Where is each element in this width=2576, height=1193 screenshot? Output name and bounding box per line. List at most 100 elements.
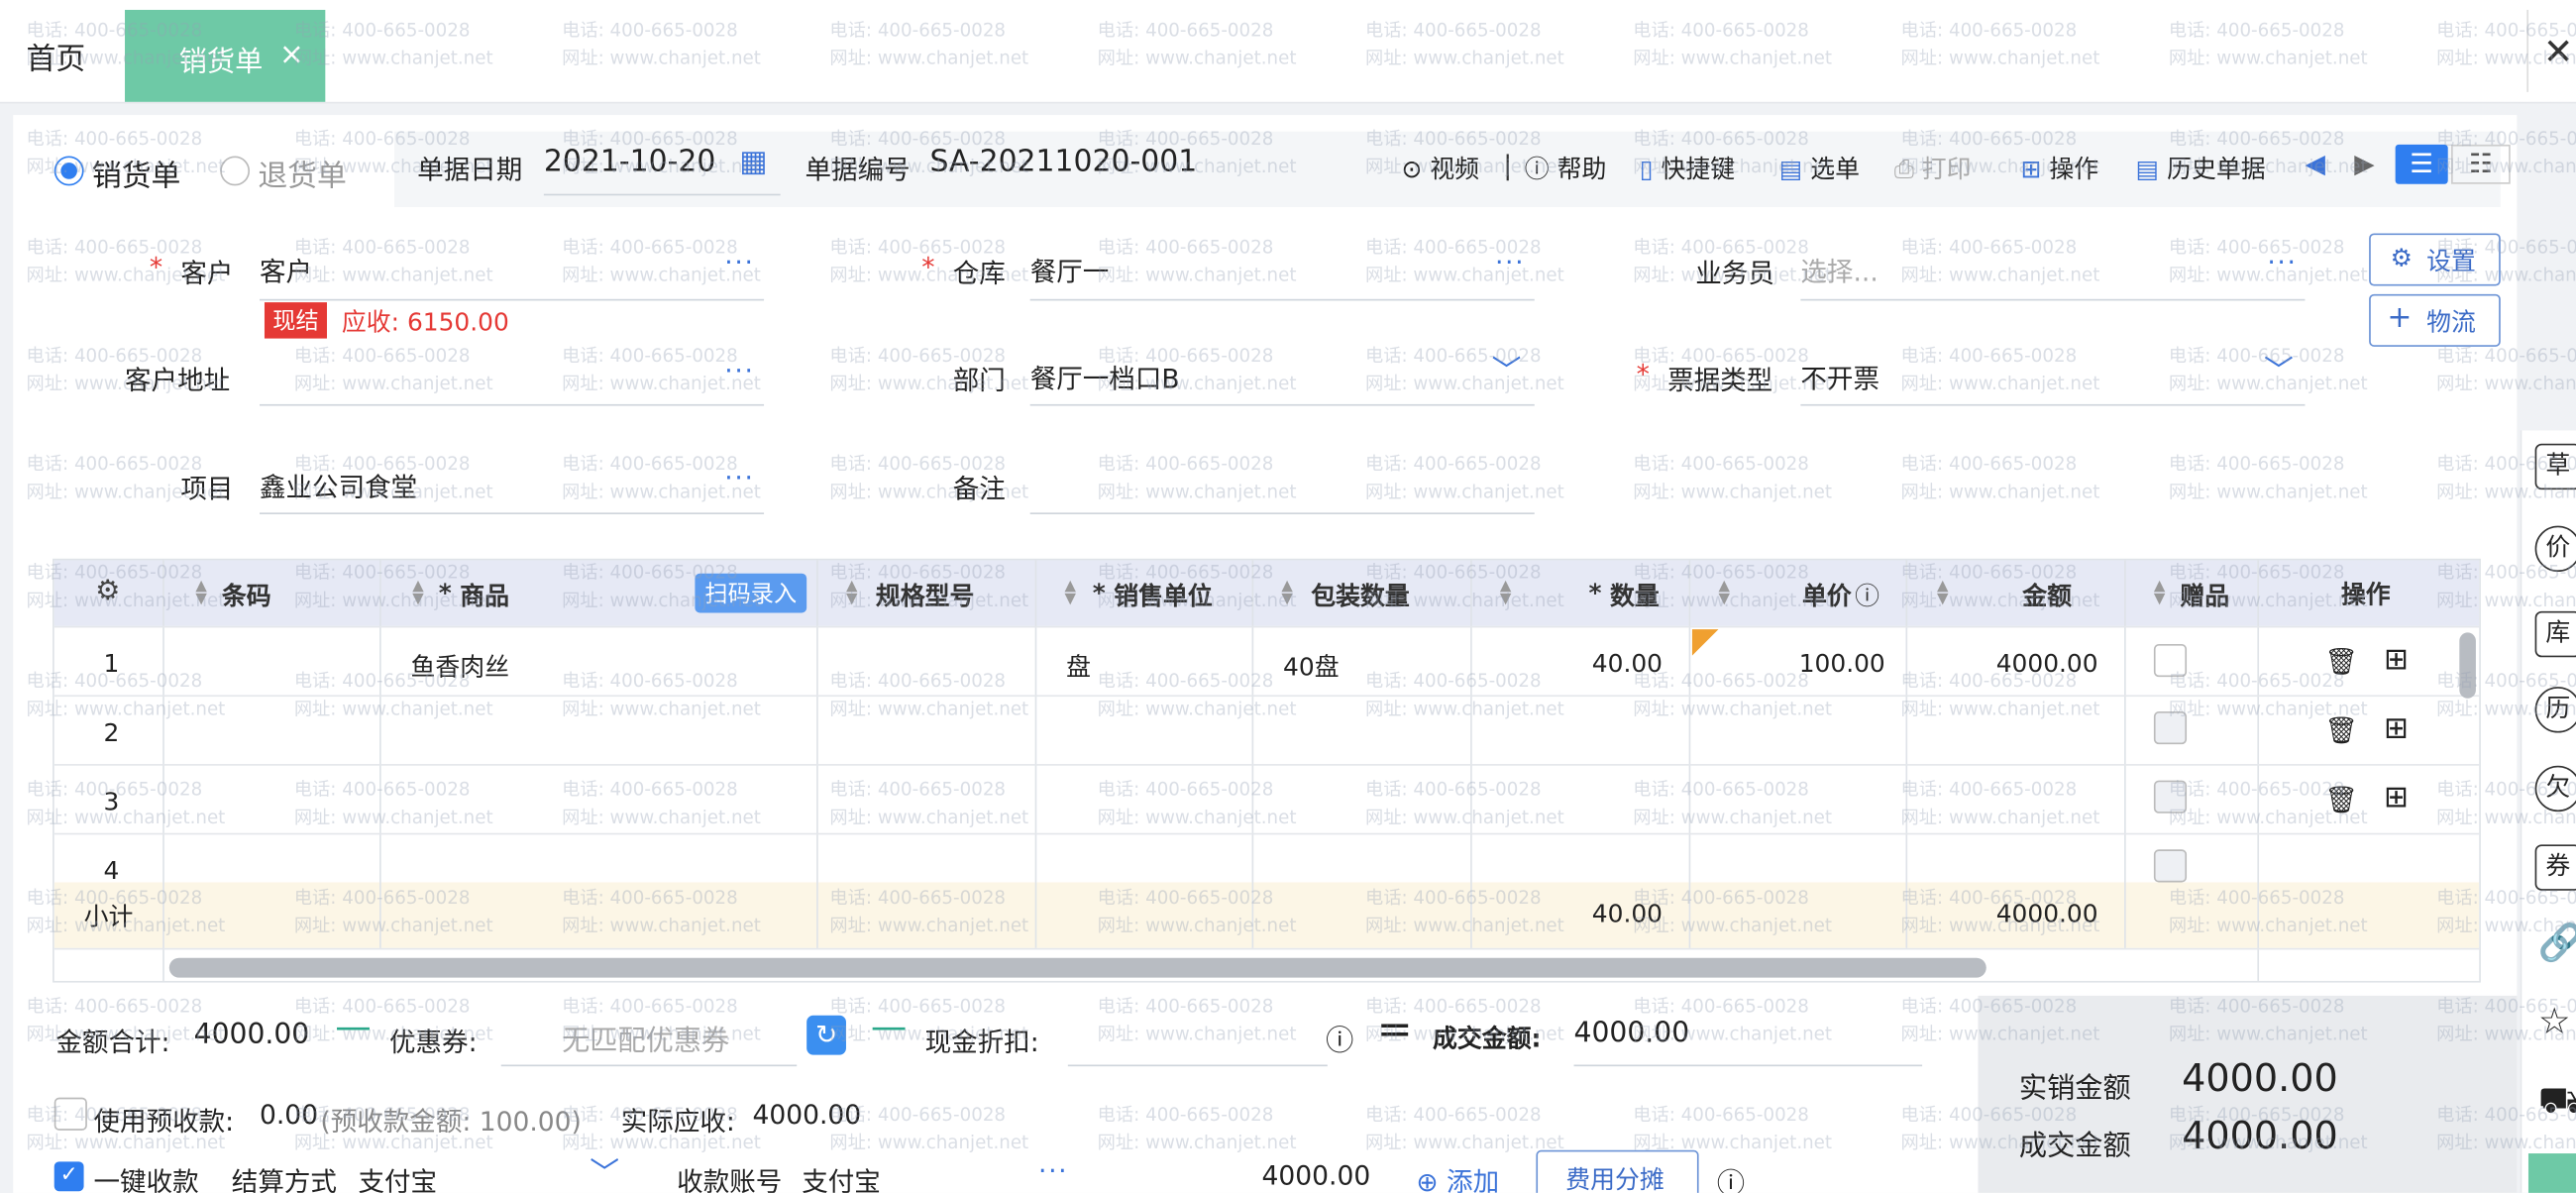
scan-entry-button[interactable]: 扫码录入: [695, 573, 807, 613]
stock-icon[interactable]: 库: [2534, 610, 2576, 658]
history-button[interactable]: ▤ 历史单据: [2136, 152, 2266, 186]
cell-goods[interactable]: 鱼香肉丝: [411, 649, 510, 684]
truck-icon[interactable]: ⛟: [2538, 1081, 2576, 1127]
save-button-edge[interactable]: [2527, 1153, 2576, 1193]
cell-qty[interactable]: 40.00: [1592, 649, 1663, 679]
col-divider: [162, 560, 164, 981]
chevron-down-icon[interactable]: ﹀: [2264, 349, 2294, 391]
sort-icon[interactable]: ▲ ▼: [1281, 580, 1292, 607]
tab-close-icon[interactable]: ×: [279, 38, 304, 72]
owed-icon[interactable]: 欠: [2534, 765, 2576, 813]
question-icon[interactable]: ⓘ: [1855, 579, 1879, 613]
sort-icon[interactable]: ▲ ▼: [412, 580, 423, 607]
operate-button[interactable]: ⊞ 操作: [2021, 152, 2099, 186]
delete-icon[interactable]: 🗑: [2324, 714, 2358, 746]
print-button[interactable]: ⎙ 打印: [1894, 152, 1972, 186]
account-select[interactable]: 支付宝: [802, 1160, 881, 1193]
address-more-icon[interactable]: ···: [724, 355, 754, 386]
next-arrow-icon[interactable]: ▶: [2354, 148, 2374, 179]
delete-icon[interactable]: 🗑: [2324, 784, 2358, 815]
sort-icon[interactable]: ▲ ▼: [1718, 580, 1729, 607]
warehouse-more-icon[interactable]: ···: [1495, 247, 1525, 278]
radio-return[interactable]: [220, 156, 251, 186]
cell-pack-qty[interactable]: 40盘: [1283, 649, 1340, 684]
close-icon[interactable]: ✕: [2543, 33, 2576, 73]
sort-icon[interactable]: ▲ ▼: [195, 580, 206, 607]
account-amount[interactable]: 4000.00: [1261, 1160, 1370, 1192]
chevron-down-icon[interactable]: ﹀: [1492, 349, 1522, 391]
gift-checkbox[interactable]: [2153, 780, 2188, 813]
link-icon[interactable]: 🔗: [2538, 923, 2576, 964]
column-settings-icon[interactable]: ⚙: [95, 575, 120, 607]
dept-select[interactable]: 餐厅一档口B: [1030, 357, 1180, 396]
history-icon[interactable]: 历: [2534, 687, 2576, 733]
salesman-input[interactable]: 选择...: [1800, 250, 1878, 289]
account-more-icon[interactable]: ···: [1038, 1155, 1068, 1187]
sort-icon[interactable]: ▲ ▼: [1937, 580, 1948, 607]
select-button[interactable]: ▤ 选单: [1779, 152, 1860, 186]
gift-checkbox[interactable]: [2153, 849, 2188, 883]
star-icon[interactable]: ☆: [2538, 1003, 2571, 1043]
select-icon: ▤: [1778, 154, 1803, 184]
radio-sale[interactable]: [54, 156, 84, 186]
prepay-checkbox[interactable]: [54, 1097, 87, 1131]
customer-input[interactable]: 客户: [260, 250, 312, 289]
draft-icon[interactable]: 草: [2534, 443, 2576, 490]
remark-input[interactable]: [1029, 512, 1535, 515]
gift-checkbox[interactable]: [2153, 711, 2188, 745]
vertical-scrollbar[interactable]: [2459, 632, 2476, 699]
prev-arrow-icon[interactable]: ◀: [2305, 148, 2324, 179]
fee-split-button[interactable]: 费用分摊: [1536, 1149, 1699, 1193]
history-label: 历史单据: [2167, 154, 2266, 184]
copy-row-icon[interactable]: ⊞: [2384, 642, 2409, 677]
list-view-icon[interactable]: ☰: [2395, 144, 2448, 184]
cell-unit[interactable]: 盘: [1066, 649, 1091, 684]
sort-icon[interactable]: ▲ ▼: [2154, 580, 2165, 607]
tab-sales-order[interactable]: 销货单 ×: [125, 9, 326, 102]
coupon-icon[interactable]: 券: [2534, 844, 2576, 891]
calendar-icon[interactable]: ▦: [739, 145, 767, 179]
video-button[interactable]: ⊙ 视频: [1401, 152, 1479, 186]
required-mark: *: [1636, 358, 1650, 389]
doc-no-value: SA-20211020-001: [929, 144, 1198, 179]
tab-home[interactable]: 首页: [27, 36, 86, 78]
question-icon[interactable]: ⓘ: [1326, 1017, 1353, 1058]
date-input[interactable]: 2021-10-20: [544, 145, 715, 179]
keyboard-icon: ▯: [1639, 154, 1654, 184]
project-input[interactable]: 鑫业公司食堂: [260, 465, 417, 504]
help-button[interactable]: ⓘ 帮助: [1525, 152, 1607, 186]
delete-icon[interactable]: 🗑: [2324, 646, 2358, 678]
settings-button[interactable]: ⚙ 设置: [2369, 233, 2501, 286]
cell-price[interactable]: 100.00: [1799, 649, 1885, 679]
one-click-checkbox[interactable]: ✓: [54, 1161, 84, 1192]
customer-more-icon[interactable]: ···: [724, 247, 754, 278]
coupon-select[interactable]: 无匹配优惠券: [562, 1017, 729, 1058]
question-icon[interactable]: ⓘ: [1717, 1160, 1745, 1193]
chevron-down-icon[interactable]: ﹀: [590, 1150, 619, 1193]
sort-icon[interactable]: ▲ ▼: [1500, 580, 1511, 607]
logistics-button[interactable]: + 物流: [2369, 293, 2501, 347]
col-divider: [2124, 560, 2126, 948]
cell-amount[interactable]: 4000.00: [1996, 649, 2098, 679]
shortcut-button[interactable]: ▯ 快捷键: [1640, 152, 1735, 186]
settle-method-select[interactable]: 支付宝: [358, 1160, 437, 1193]
invoice-select[interactable]: 不开票: [1800, 357, 1879, 396]
project-more-icon[interactable]: ···: [724, 462, 754, 493]
card-view-icon[interactable]: ☷: [2451, 144, 2511, 184]
logistics-label: 物流: [2426, 307, 2476, 337]
subtotal-qty: 40.00: [1591, 899, 1664, 928]
refresh-icon[interactable]: ↻: [806, 1015, 846, 1055]
price-icon[interactable]: 价: [2534, 525, 2576, 573]
salesman-more-icon[interactable]: ···: [2267, 247, 2297, 278]
sort-icon[interactable]: ▲ ▼: [1065, 580, 1076, 607]
radio-return-label[interactable]: 退货单: [258, 153, 347, 195]
sort-icon[interactable]: ▲ ▼: [846, 580, 857, 607]
gift-checkbox[interactable]: [2153, 644, 2188, 678]
cash-discount-input[interactable]: [1067, 1064, 1328, 1067]
add-payment-button[interactable]: ⊕ 添加: [1416, 1160, 1499, 1193]
radio-sale-label[interactable]: 销货单: [92, 153, 181, 195]
horizontal-scrollbar[interactable]: [168, 957, 1986, 978]
warehouse-input[interactable]: 餐厅一: [1030, 250, 1110, 289]
copy-row-icon[interactable]: ⊞: [2384, 711, 2409, 746]
copy-row-icon[interactable]: ⊞: [2384, 781, 2409, 815]
